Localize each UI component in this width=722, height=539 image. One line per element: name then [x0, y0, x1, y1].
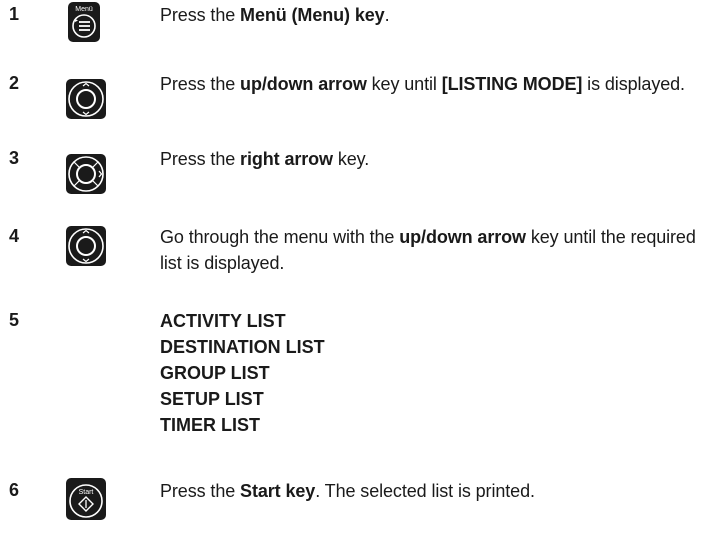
step-number: 5 [9, 310, 20, 330]
step-text: Go through the menu with the up/down arr… [160, 224, 700, 276]
step-text-bold: Menü (Menu) key [240, 5, 385, 25]
step-text-segment: Press the [160, 5, 241, 25]
step-number: 2 [9, 73, 20, 93]
list-item: GROUP LIST [160, 363, 270, 383]
list-item: TIMER LIST [160, 415, 260, 435]
step-text-segment: Press the [160, 481, 241, 501]
step-number: 6 [9, 480, 20, 500]
instruction-page: { "steps": [ { "number": "1", "icon": "m… [0, 0, 722, 539]
step-text-segment: Press the [160, 149, 241, 169]
step-text-segment: Go through the menu with the [160, 227, 400, 247]
step-text-segment: . The selected list is printed. [315, 481, 535, 501]
menu-key-label: Menü [75, 6, 93, 13]
list-item: ACTIVITY LIST [160, 311, 286, 331]
step-text-segment: is displayed. [582, 74, 685, 94]
list-item: DESTINATION LIST [160, 337, 325, 357]
list-item: SETUP LIST [160, 389, 264, 409]
up-down-arrow-key-icon [64, 79, 120, 131]
step-text-segment: key. [332, 149, 370, 169]
step-number: 4 [9, 226, 20, 246]
right-arrow-key-icon [64, 154, 120, 206]
step-number: 1 [9, 4, 20, 24]
start-key-icon: Start [64, 478, 120, 530]
step-text-bold: [LISTING MODE] [441, 74, 583, 94]
step-text-segment: key until [366, 74, 442, 94]
step-text: Press the right arrow key. [160, 146, 700, 172]
step-text: Press the up/down arrow key until [LISTI… [160, 71, 700, 97]
step-text-bold: up/down arrow [399, 227, 526, 247]
step-text: Press the Start key. The selected list i… [160, 478, 700, 504]
up-down-arrow-key-icon [64, 226, 120, 278]
step-text-bold: Start key [240, 481, 316, 501]
step-text-segment: Press the [160, 74, 241, 94]
start-key-label: Start [79, 489, 94, 496]
menu-key-icon: Menü [64, 2, 120, 54]
step-text-bold: up/down arrow [240, 74, 367, 94]
report-list: ACTIVITY LIST DESTINATION LIST GROUP LIS… [160, 308, 325, 438]
step-number: 3 [9, 148, 20, 168]
step-text-bold: right arrow [240, 149, 333, 169]
step-text: Press the Menü (Menu) key. [160, 2, 700, 28]
step-text-segment: . [384, 5, 390, 25]
